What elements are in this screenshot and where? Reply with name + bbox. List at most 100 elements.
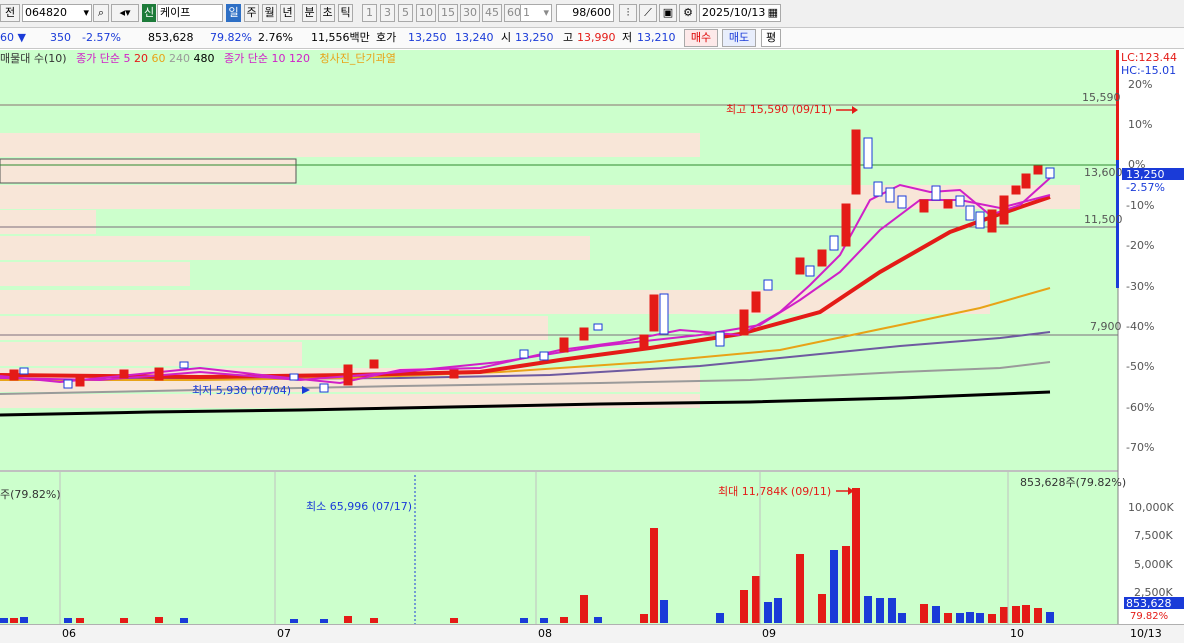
interval-1-button[interactable]: 1 — [362, 4, 377, 22]
vol-ma10-label: 10 — [271, 52, 286, 65]
date-value: 2025/10/13 — [702, 6, 766, 19]
ma480-label: 480 — [193, 52, 215, 65]
volume-label-right: 853,628주(79.82%) — [1020, 476, 1126, 489]
volume-min-annotation: 최소 65,996 (07/17) — [306, 500, 412, 513]
volume-tick: 10,000K — [1128, 501, 1174, 514]
ask-sell-price: 13,250 — [408, 31, 447, 44]
page-counter[interactable]: 98/600 — [556, 4, 614, 22]
volume-plot-area — [0, 472, 1118, 624]
pct-tick: -20% — [1126, 239, 1154, 252]
save-icon[interactable]: ▣ — [659, 4, 677, 22]
market-badge: 신 — [142, 4, 156, 22]
page-value: 98 — [572, 6, 587, 19]
date-label: 07 — [277, 627, 291, 640]
pct-tick: -60% — [1126, 401, 1154, 414]
buy-button[interactable]: 매수 — [684, 29, 718, 47]
lc-label: LC:123.44 — [1121, 51, 1177, 64]
stock-code-value: 064820 — [25, 6, 67, 19]
ma5-label: 5 — [123, 52, 131, 65]
dropdown-icon[interactable]: ▾ — [83, 5, 89, 21]
interval-15-button[interactable]: 15 — [438, 4, 458, 22]
interval-45-button[interactable]: 45 — [482, 4, 502, 22]
pct-tick: -40% — [1126, 320, 1154, 333]
current-price-tag: 13,250 — [1126, 168, 1165, 181]
trade-value: 11,556백만 — [311, 31, 370, 44]
period-day-button[interactable]: 일 — [226, 4, 241, 22]
settings-gear-icon[interactable]: ⚙ — [679, 4, 697, 22]
change-prefix: 60 ▼ — [0, 31, 26, 44]
volume-profile-label: 매물대 수(10) — [0, 52, 67, 65]
ask-buy-price: 13,240 — [455, 31, 494, 44]
stock-code-input[interactable]: 064820 ▾ — [22, 4, 92, 22]
volume-tick: 7,500K — [1134, 529, 1173, 542]
sell-button[interactable]: 매도 — [722, 29, 756, 47]
change-value: 350 — [50, 31, 71, 44]
date-label: 10 — [1010, 627, 1024, 640]
search-icon[interactable]: ⌕ — [93, 4, 109, 22]
pct-tick: 20% — [1128, 78, 1152, 91]
interval-3-button[interactable]: 3 — [380, 4, 395, 22]
period-week-button[interactable]: 주 — [244, 4, 259, 22]
calendar-icon[interactable]: ▦ — [768, 5, 778, 21]
ma20-label: 20 — [134, 52, 149, 65]
flat-button[interactable]: 평 — [761, 29, 781, 47]
ma-close-label: 종가 단순 — [76, 52, 121, 65]
dropdown-icon: ▾ — [543, 6, 549, 19]
volume-label-left: 주(79.82%) — [0, 488, 61, 501]
low-label: 저 — [622, 31, 633, 44]
period-year-button[interactable]: 년 — [280, 4, 295, 22]
volume-value: 853,628 — [148, 31, 194, 44]
high-annotation: 최고 15,590 (09/11) — [726, 103, 832, 116]
hc-label: HC:-15.01 — [1121, 64, 1176, 77]
quote-bar: 60 ▼ 350 -2.57% 853,628 79.82% 2.76% 11,… — [0, 28, 1184, 49]
vol-ma120-label: 120 — [289, 52, 311, 65]
interval-count-select[interactable]: 1 ▾ — [520, 4, 552, 22]
date-label-last: 10/13 — [1130, 627, 1162, 640]
page-total: /600 — [586, 6, 611, 19]
level-label-15590: 15,590 — [1082, 91, 1121, 104]
stock-name-field[interactable]: 케이프 — [157, 4, 223, 22]
interval-5-button[interactable]: 5 — [398, 4, 413, 22]
level-label-11500: 11,500 — [1084, 213, 1123, 226]
date-field[interactable]: 2025/10/13 ▦ — [699, 4, 781, 22]
current-pct-tag: -2.57% — [1126, 181, 1165, 194]
level-label-7900: 7,900 — [1090, 320, 1122, 333]
volume-ratio: 79.82% — [210, 31, 252, 44]
prev-button[interactable]: 전 — [0, 4, 20, 22]
period-month-button[interactable]: 월 — [262, 4, 277, 22]
ask-label: 호가 — [376, 31, 397, 44]
price-chart[interactable]: 최고 15,590 (09/11) 최저 5,930 (07/04) LC:12… — [0, 50, 1184, 624]
period-minute-button[interactable]: 분 — [302, 4, 317, 22]
date-axis: 06 07 08 09 10 10/13 — [0, 624, 1184, 643]
high-label: 고 — [563, 31, 574, 44]
volume-tick: 5,000K — [1134, 558, 1173, 571]
toolbar: 전 064820 ▾ ⌕ ◂▾ 신 케이프 일 주 월 년 분 초 틱 1 3 5… — [0, 0, 1184, 28]
ma240-label: 240 — [169, 52, 191, 65]
low-annotation: 최저 5,930 (07/04) — [192, 384, 291, 397]
interval-10-button[interactable]: 10 — [416, 4, 436, 22]
pct-tick: 10% — [1128, 118, 1152, 131]
period-second-button[interactable]: 초 — [320, 4, 335, 22]
pct-tick: -10% — [1126, 199, 1154, 212]
pct-tick: -70% — [1126, 441, 1154, 454]
date-label: 08 — [538, 627, 552, 640]
interval-30-button[interactable]: 30 — [460, 4, 480, 22]
high-price: 13,990 — [577, 31, 616, 44]
vol-ma-label: 종가 단순 — [224, 52, 269, 65]
date-label: 09 — [762, 627, 776, 640]
candle-style-icon[interactable]: ⫶ — [619, 4, 637, 22]
low-price: 13,210 — [637, 31, 676, 44]
level-label-13600: 13,600 — [1084, 166, 1123, 179]
volume-max-annotation: 최대 11,784K (09/11) — [718, 485, 831, 498]
line-tool-icon[interactable]: ⟋ — [639, 4, 657, 22]
volume-current-tag: 853,628 — [1126, 597, 1172, 610]
interval-count-value: 1 — [523, 6, 530, 19]
period-tick-button[interactable]: 틱 — [338, 4, 353, 22]
ma60-label: 60 — [151, 52, 166, 65]
open-price: 13,250 — [515, 31, 554, 44]
volume-current-pct: 79.82% — [1130, 611, 1168, 622]
signal-label: 청사진_단기과열 — [319, 52, 396, 65]
open-label: 시 — [501, 31, 512, 44]
sound-icon[interactable]: ◂▾ — [111, 4, 139, 22]
turnover-rate: 2.76% — [258, 31, 293, 44]
